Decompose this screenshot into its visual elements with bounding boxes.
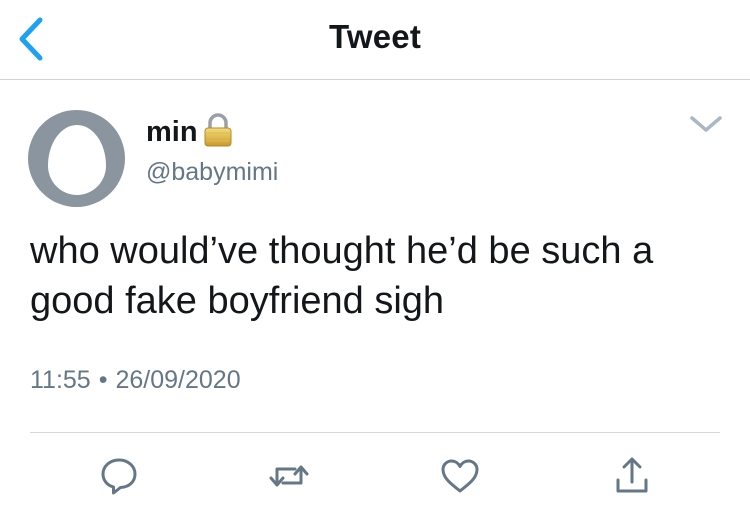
- reply-icon: [101, 458, 137, 495]
- top-navigation-bar: Tweet: [0, 0, 750, 80]
- retweet-button[interactable]: [267, 454, 311, 498]
- like-button[interactable]: [438, 454, 482, 498]
- divider: [30, 432, 720, 433]
- lock-icon: [204, 113, 232, 147]
- author-name-row: min: [146, 112, 234, 152]
- heart-icon: [441, 459, 479, 493]
- egg-icon: [48, 125, 106, 195]
- tweet-timestamp: 11:55 • 26/09/2020: [30, 366, 241, 395]
- retweet-icon: [269, 465, 309, 487]
- tweet-time: 11:55: [30, 366, 91, 394]
- author-handle[interactable]: @babymimi: [146, 158, 278, 187]
- author-display-name[interactable]: min: [146, 116, 198, 149]
- tweet-text: who would’ve thought he’d be such a good…: [30, 230, 654, 322]
- tweet-date: 26/09/2020: [115, 366, 241, 394]
- page-title: Tweet: [328, 18, 422, 55]
- reply-button[interactable]: [97, 454, 141, 498]
- tweet-menu-button[interactable]: [688, 112, 724, 136]
- chevron-down-icon: [690, 116, 722, 132]
- meta-separator: •: [98, 366, 108, 394]
- share-button[interactable]: [610, 454, 654, 498]
- share-icon: [616, 457, 648, 493]
- avatar[interactable]: [28, 110, 125, 207]
